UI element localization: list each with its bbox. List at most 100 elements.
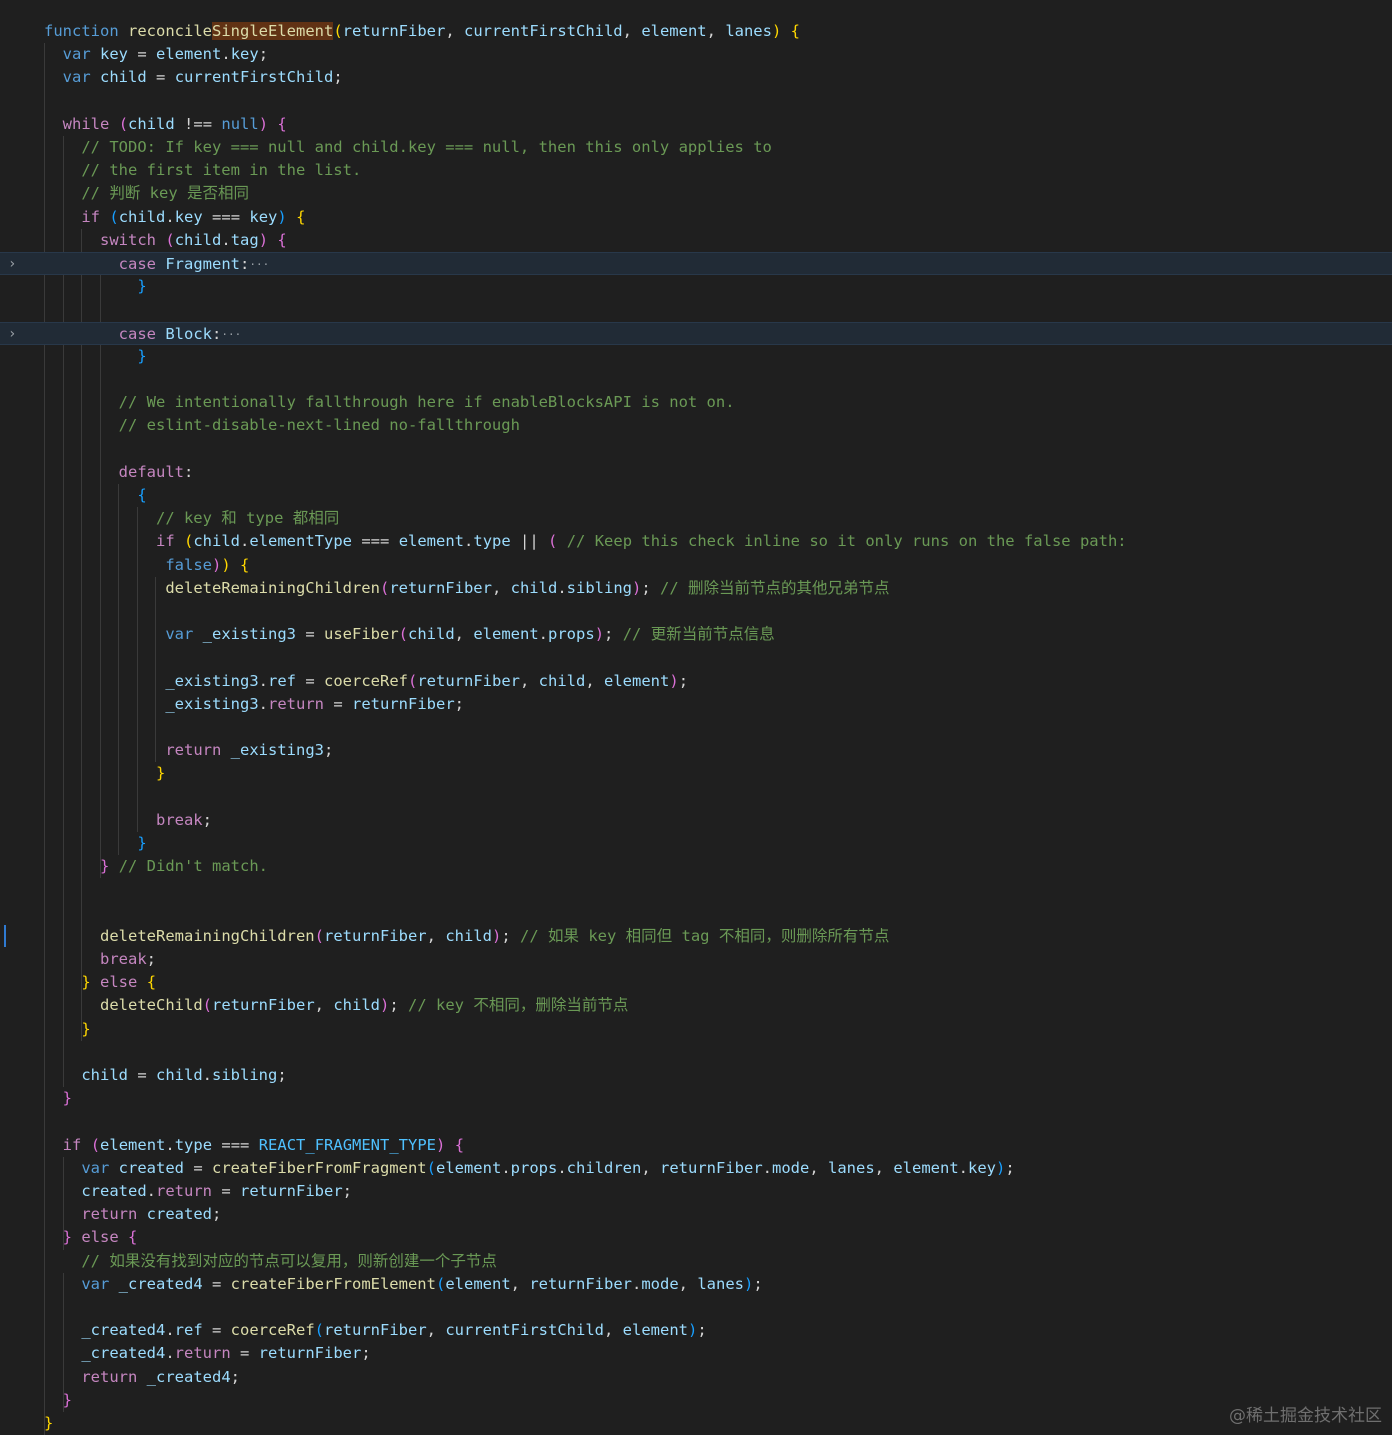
code-token: deleteRemainingChildren [100, 926, 315, 945]
code-line[interactable]: var child = currentFirstChild; [0, 66, 1392, 89]
code-token: , [622, 22, 642, 40]
code-line[interactable] [0, 298, 1392, 321]
code-line[interactable]: if (child.elementType === element.type |… [0, 530, 1392, 553]
code-line[interactable]: } [0, 345, 1392, 368]
code-line[interactable]: deleteRemainingChildren(returnFiber, chi… [0, 924, 1392, 948]
code-line[interactable]: switch (child.tag) { [0, 229, 1392, 252]
code-line[interactable]: return _existing3; [0, 739, 1392, 762]
code-line[interactable]: // 判断 key 是否相同 [0, 182, 1392, 205]
code-line[interactable] [0, 1296, 1392, 1319]
code-line[interactable] [0, 878, 1392, 901]
code-token: // We intentionally fallthrough here if … [118, 393, 735, 412]
code-line[interactable]: } [0, 762, 1392, 785]
code-token: ; [1005, 1158, 1015, 1177]
code-line[interactable]: var _created4 = createFiberFromElement(e… [0, 1273, 1392, 1296]
code-line[interactable] [0, 90, 1392, 113]
code-line[interactable]: _created4.ref = coerceRef(returnFiber, c… [0, 1319, 1392, 1342]
code-line[interactable]: function reconcileSingleElement(returnFi… [0, 20, 1392, 43]
code-line[interactable] [0, 600, 1392, 623]
code-line[interactable]: } [0, 275, 1392, 298]
code-text: } [44, 1412, 53, 1435]
code-line[interactable] [0, 902, 1392, 925]
fold-ellipsis-icon[interactable]: ··· [221, 328, 241, 341]
code-token: { [128, 1228, 138, 1247]
folded-code-line[interactable]: › case Block:··· [0, 321, 1392, 346]
code-line[interactable]: // We intentionally fallthrough here if … [0, 391, 1392, 414]
code-token: created [81, 1182, 147, 1200]
code-line[interactable]: } // Didn't match. [0, 855, 1392, 878]
code-line[interactable]: break; [0, 948, 1392, 971]
code-token: , [678, 1274, 698, 1293]
code-token: === [212, 1135, 259, 1154]
code-token: // 删除当前节点的其他兄弟节点 [660, 578, 890, 597]
code-token: { [277, 230, 287, 249]
code-line[interactable]: } [0, 1412, 1392, 1435]
code-token: } [62, 1390, 73, 1409]
code-line[interactable]: var _existing3 = useFiber(child, element… [0, 623, 1392, 646]
code-token: { [790, 22, 801, 40]
code-line[interactable]: deleteRemainingChildren(returnFiber, chi… [0, 577, 1392, 600]
code-editor[interactable]: function reconcileSingleElement(returnFi… [0, 0, 1392, 1435]
code-line[interactable]: } else { [0, 971, 1392, 994]
code-line[interactable]: } [0, 832, 1392, 855]
code-line[interactable]: if (element.type === REACT_FRAGMENT_TYPE… [0, 1134, 1392, 1157]
code-line[interactable]: child = child.sibling; [0, 1064, 1392, 1087]
code-line[interactable]: } [0, 1087, 1392, 1110]
code-line[interactable]: _existing3.ref = coerceRef(returnFiber, … [0, 670, 1392, 693]
folded-code-line[interactable]: › case Fragment:··· [0, 252, 1392, 276]
fold-ellipsis-icon[interactable]: ··· [249, 258, 269, 271]
code-token: = [128, 45, 157, 64]
code-line[interactable]: return created; [0, 1203, 1392, 1226]
code-token: ) [669, 671, 679, 690]
code-line[interactable]: false)) { [0, 554, 1392, 577]
code-line[interactable]: // TODO: If key === null and child.key =… [0, 136, 1392, 159]
code-line[interactable]: return _created4; [0, 1366, 1392, 1389]
code-line[interactable] [0, 1110, 1392, 1133]
code-line[interactable] [0, 786, 1392, 809]
fold-chevron-icon[interactable]: › [8, 253, 16, 276]
code-line[interactable]: // 如果没有找到对应的节点可以复用，则新创建一个子节点 [0, 1250, 1392, 1273]
code-text: // the first item in the list. [44, 159, 361, 182]
code-line[interactable]: // key 和 type 都相同 [0, 507, 1392, 530]
code-line[interactable]: // eslint-disable-next-lined no-fallthro… [0, 414, 1392, 437]
code-line[interactable]: if (child.key === key) { [0, 206, 1392, 229]
code-line[interactable]: default: [0, 461, 1392, 484]
code-line[interactable]: // the first item in the list. [0, 159, 1392, 182]
code-token: currentFirstChild [445, 1321, 604, 1340]
code-line[interactable]: } else { [0, 1226, 1392, 1249]
code-line[interactable]: { [0, 484, 1392, 507]
code-token: , [603, 1321, 623, 1340]
code-line[interactable] [0, 646, 1392, 669]
code-line[interactable]: } [0, 1018, 1392, 1041]
code-line[interactable]: _existing3.return = returnFiber; [0, 693, 1392, 716]
code-line[interactable]: created.return = returnFiber; [0, 1180, 1392, 1203]
code-line[interactable]: deleteChild(returnFiber, child); // key … [0, 994, 1392, 1017]
watermark: @稀土掘金技术社区 [1229, 1406, 1382, 1426]
code-line[interactable]: var key = element.key; [0, 43, 1392, 66]
code-line[interactable]: } [0, 1389, 1392, 1412]
code-line[interactable] [0, 438, 1392, 461]
code-line[interactable]: _created4.return = returnFiber; [0, 1342, 1392, 1365]
code-text: _created4.ref = coerceRef(returnFiber, c… [44, 1319, 706, 1342]
code-line[interactable]: var created = createFiberFromFragment(el… [0, 1157, 1392, 1180]
code-line[interactable] [0, 716, 1392, 739]
code-token: , [510, 1274, 530, 1293]
code-line[interactable]: break; [0, 809, 1392, 832]
code-token: // eslint-disable-next-lined no-fallthro… [118, 416, 520, 435]
code-line[interactable] [0, 368, 1392, 391]
code-token: ( [333, 22, 343, 40]
fold-chevron-icon[interactable]: › [8, 323, 16, 346]
code-line[interactable] [0, 1041, 1392, 1064]
code-token: _created4 [81, 1321, 166, 1340]
code-token: // 如果 key 相同但 tag 不相同，则删除所有节点 [520, 926, 890, 945]
code-line[interactable]: while (child !== null) { [0, 113, 1392, 136]
code-token: , [520, 671, 539, 690]
